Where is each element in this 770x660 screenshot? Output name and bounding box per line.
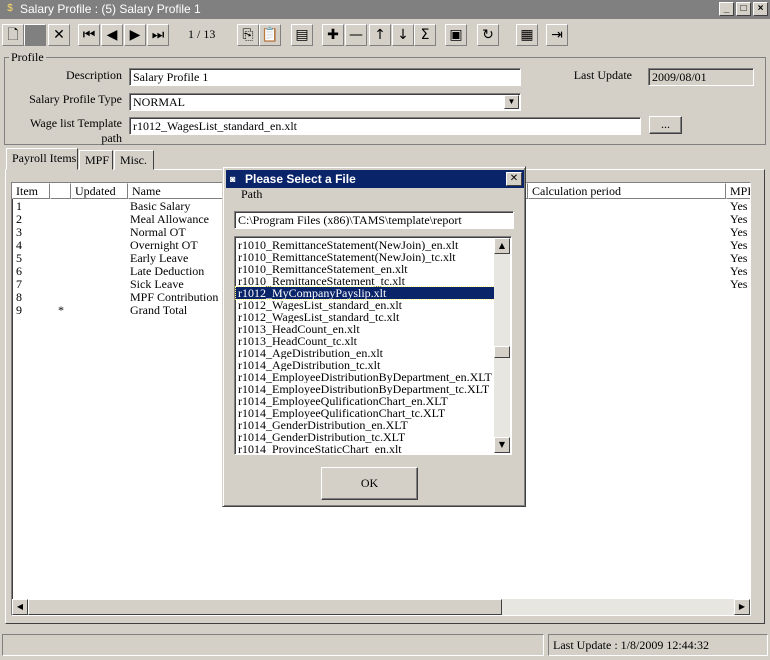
file-list-item[interactable]: r1014_ProvinceStaticChart_en.xlt <box>236 443 495 454</box>
window-title: Salary Profile : (5) Salary Profile 1 <box>20 2 201 16</box>
new-icon[interactable]: 🗋 <box>2 24 24 46</box>
file-list-item[interactable]: r1012_MyCompanyPayslip.xlt <box>235 286 496 300</box>
file-list[interactable]: r1010_RemittanceStatement(NewJoin)_en.xl… <box>234 236 512 455</box>
copy-icon[interactable]: ⎘ <box>237 24 259 46</box>
row-item: 9 <box>16 303 22 317</box>
template-path-label: Wage list Template path <box>30 116 122 145</box>
file-list-item[interactable]: r1014_AgeDistribution_en.xlt <box>236 347 495 359</box>
column-header-marker[interactable] <box>50 183 71 199</box>
sum-icon[interactable]: Σ <box>414 24 436 46</box>
tab-mpf[interactable]: MPF <box>79 150 113 170</box>
minimize-button[interactable]: _ <box>719 2 734 16</box>
status-left <box>2 634 544 656</box>
record-counter: 1 / 13 <box>188 27 216 41</box>
tab-payroll-items[interactable]: Payroll Items <box>6 148 78 170</box>
file-list-item[interactable]: r1010_RemittanceStatement_en.xlt <box>236 263 495 275</box>
dialog-title: Please Select a File <box>245 172 356 186</box>
delete-icon[interactable]: ✕ <box>48 24 70 46</box>
maximize-button[interactable]: □ <box>736 2 751 16</box>
vertical-scrollbar[interactable]: ▲ ▼ <box>494 238 510 453</box>
scroll-down-icon[interactable]: ▼ <box>494 437 510 453</box>
description-input[interactable]: Salary Profile 1 <box>129 68 521 86</box>
status-last-update: Last Update : 1/8/2009 12:44:32 <box>548 634 768 656</box>
remove-row-icon[interactable]: — <box>345 24 367 46</box>
last-update-label: Last Update <box>573 68 632 82</box>
calculator-icon[interactable]: ▦ <box>516 24 538 46</box>
template-path-input[interactable]: r1012_WagesList_standard_en.xlt <box>129 117 641 135</box>
file-list-item[interactable]: r1013_HeadCount_tc.xlt <box>236 335 495 347</box>
print-icon[interactable]: ▣ <box>445 24 467 46</box>
move-up-icon[interactable]: ↑ <box>369 24 391 46</box>
file-list-item[interactable]: r1014_AgeDistribution_tc.xlt <box>236 359 495 371</box>
row-mpf: Yes <box>730 277 748 291</box>
first-record-icon[interactable]: ⏮ <box>78 24 100 46</box>
file-list-item[interactable]: r1014_EmployeeQulificationChart_tc.XLT <box>236 407 495 419</box>
exit-icon[interactable]: ⇥ <box>546 24 568 46</box>
column-header-item[interactable]: Item <box>12 183 50 199</box>
list-scroll-thumb[interactable] <box>494 346 510 358</box>
row-name: Grand Total <box>130 303 188 317</box>
scroll-up-icon[interactable]: ▲ <box>494 238 510 254</box>
column-header-updated[interactable]: Updated <box>71 183 128 199</box>
close-window-button[interactable]: × <box>753 2 768 16</box>
scroll-right-icon[interactable]: ▶ <box>734 599 750 615</box>
last-update-field: 2009/08/01 <box>648 68 754 86</box>
refresh-icon[interactable]: ↻ <box>477 24 499 46</box>
profile-type-value: NORMAL <box>133 95 186 109</box>
status-bar: Last Update : 1/8/2009 12:44:32 <box>0 634 770 658</box>
file-list-item[interactable]: r1014_EmployeeDistributionByDepartment_t… <box>236 383 495 395</box>
next-record-icon[interactable]: ▶ <box>124 24 146 46</box>
file-list-item[interactable]: r1014_GenderDistribution_en.XLT <box>236 419 495 431</box>
file-list-item[interactable]: r1012_WagesList_standard_tc.xlt <box>236 311 495 323</box>
profile-type-label: Salary Profile Type <box>29 92 122 106</box>
description-label: Description <box>66 68 122 82</box>
column-header-mpf[interactable]: MPF <box>726 183 750 199</box>
browse-button[interactable]: ... <box>649 116 682 134</box>
dialog-title-bar: ◙ Please Select a File ✕ <box>226 170 524 188</box>
ok-button[interactable]: OK <box>321 467 418 500</box>
path-label: Path <box>241 187 263 201</box>
path-input[interactable]: C:\Program Files (x86)\TAMS\template\rep… <box>234 211 514 229</box>
file-list-item[interactable]: r1010_RemittanceStatement(NewJoin)_tc.xl… <box>236 251 495 263</box>
column-header-calculation-period[interactable]: Calculation period <box>528 183 726 199</box>
move-down-icon[interactable]: ↓ <box>392 24 414 46</box>
file-list-item[interactable]: r1010_RemittanceStatement(NewJoin)_en.xl… <box>236 239 495 251</box>
export-icon[interactable]: ▤ <box>291 24 313 46</box>
dialog-close-button[interactable]: ✕ <box>506 172 522 186</box>
toolbar: 1 / 13 🗋 ✕ ⏮ ◀ ▶ ⏭ ⎘ 📋 ▤ ✚ — ↑ ↓ Σ ▣ ↻ ▦ ⇥ <box>0 22 770 48</box>
horizontal-scrollbar[interactable]: ◀ ▶ <box>12 599 750 615</box>
file-list-item[interactable]: r1014_GenderDistribution_tc.XLT <box>236 431 495 443</box>
chevron-down-icon[interactable]: ▼ <box>504 95 519 109</box>
file-list-item[interactable]: r1012_WagesList_standard_en.xlt <box>236 299 495 311</box>
profile-type-select[interactable]: NORMAL ▼ <box>129 93 521 111</box>
row-updated-marker: * <box>58 303 64 317</box>
file-list-item[interactable]: r1014_EmployeeDistributionByDepartment_e… <box>236 371 495 383</box>
tab-misc[interactable]: Misc. <box>114 150 154 170</box>
file-list-item[interactable]: r1013_HeadCount_en.xlt <box>236 323 495 335</box>
previous-record-icon[interactable]: ◀ <box>101 24 123 46</box>
save-icon[interactable] <box>24 24 46 46</box>
add-row-icon[interactable]: ✚ <box>322 24 344 46</box>
window-title-bar: $ Salary Profile : (5) Salary Profile 1 … <box>0 0 770 19</box>
app-icon: $ <box>7 3 13 14</box>
last-record-icon[interactable]: ⏭ <box>147 24 169 46</box>
profile-legend: Profile <box>11 50 44 64</box>
file-list-item[interactable]: r1014_EmployeeQulificationChart_en.XLT <box>236 395 495 407</box>
scroll-thumb[interactable] <box>28 599 502 615</box>
dialog-icon: ◙ <box>230 174 236 184</box>
scroll-left-icon[interactable]: ◀ <box>12 599 28 615</box>
paste-icon[interactable]: 📋 <box>259 24 281 46</box>
file-list-item[interactable]: r1010_RemittanceStatement_tc.xlt <box>236 275 495 287</box>
